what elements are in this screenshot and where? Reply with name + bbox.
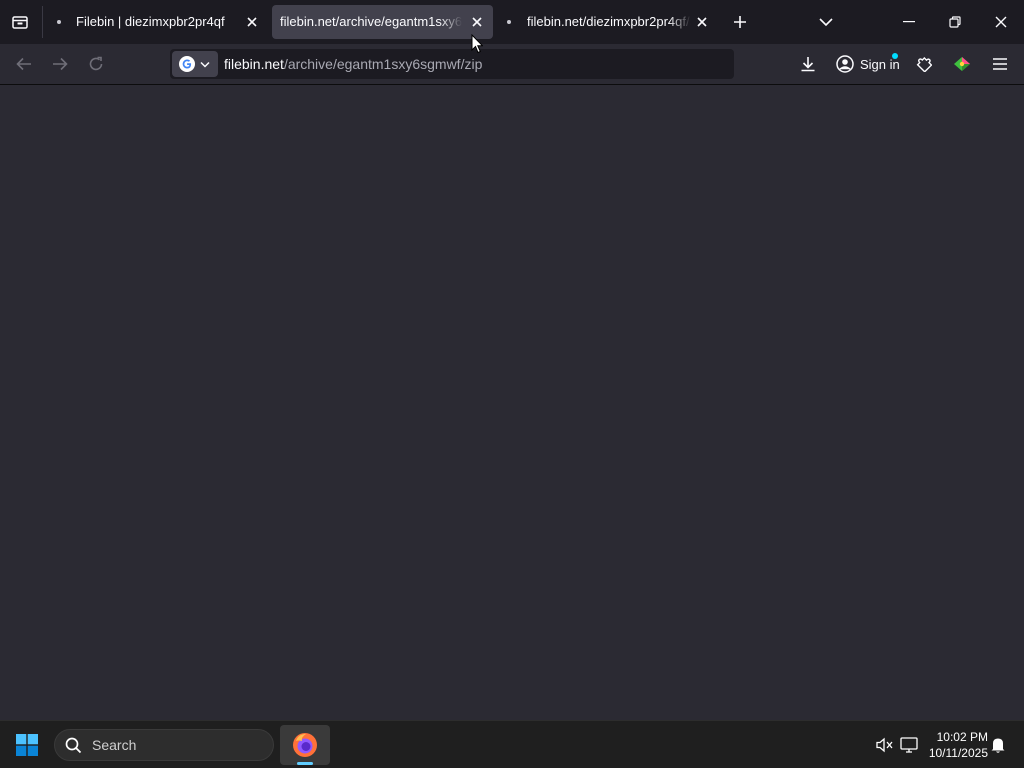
network-button[interactable] (898, 733, 920, 757)
search-icon (65, 737, 82, 753)
tab-separator (42, 6, 43, 38)
tab-filebin-file[interactable]: filebin.net/diezimxpbr2pr4qf/Sc (497, 5, 718, 39)
restore-button[interactable] (932, 4, 978, 40)
url-path: /archive/egantm1sxy6sgmwf/zip (283, 56, 483, 72)
clock-time: 10:02 PM (936, 730, 988, 744)
account-sign-in-button[interactable]: Sign in (828, 49, 904, 79)
taskbar-search-box[interactable]: Search (54, 729, 274, 761)
bell-icon (991, 738, 1005, 753)
url-bar[interactable]: filebin.net/archive/egantm1sxy6sgmwf/zip (170, 49, 734, 79)
close-icon (247, 17, 257, 27)
clock-date: 10/11/2025 (928, 746, 988, 760)
navigation-toolbar: filebin.net/archive/egantm1sxy6sgmwf/zip… (0, 44, 1024, 84)
extensions-button[interactable] (910, 50, 938, 78)
system-clock[interactable]: 10:02 PM 10/11/2025 (918, 729, 988, 761)
google-icon (179, 56, 195, 72)
taskbar-firefox[interactable] (280, 725, 330, 765)
chevron-down-icon (200, 61, 210, 68)
new-tab-button[interactable] (726, 8, 754, 36)
tab-title: filebin.net/diezimxpbr2pr4qf/Sc (527, 14, 691, 29)
url-domain: filebin.net (224, 56, 284, 72)
page-content[interactable] (0, 85, 1024, 720)
tab-archive-zip[interactable]: filebin.net/archive/egantm1sxy6sgmwf/zip (272, 5, 493, 39)
url-text[interactable]: filebin.net/archive/egantm1sxy6sgmwf/zip (224, 49, 482, 79)
notification-badge (892, 53, 898, 59)
app-menu-button[interactable] (986, 50, 1014, 78)
mouse-cursor-icon (471, 34, 483, 54)
tab-title: filebin.net/archive/egantm1sxy6sgmwf/zip (280, 14, 462, 29)
firefox-view-button[interactable] (0, 4, 40, 40)
active-app-indicator (297, 762, 313, 765)
forward-button[interactable] (46, 50, 74, 78)
tab-filebin[interactable]: Filebin | diezimxpbr2pr4qf (46, 5, 268, 39)
tab-title-fade (669, 5, 691, 39)
downloads-button[interactable] (794, 50, 822, 78)
arrow-left-icon (16, 57, 31, 71)
start-button[interactable] (8, 727, 46, 763)
search-label: Search (92, 737, 137, 753)
close-window-button[interactable] (978, 4, 1024, 40)
tab-strip: Filebin | diezimxpbr2pr4qf filebin.net/a… (0, 0, 1024, 44)
tab-loading-dot (507, 20, 511, 24)
reload-icon (89, 56, 103, 71)
windows-taskbar: Search 10:02 PM 10/11/2025 (0, 720, 1024, 768)
account-icon (836, 55, 854, 73)
tab-close-button[interactable] (242, 12, 262, 32)
windows-logo-icon (16, 734, 38, 756)
search-engine-button[interactable] (172, 51, 218, 77)
extension-icon (954, 57, 970, 71)
hamburger-menu-icon (993, 58, 1007, 70)
firefox-icon (293, 733, 317, 757)
list-all-tabs-button[interactable] (812, 8, 840, 36)
chevron-down-icon (819, 18, 833, 27)
arrow-right-icon (53, 57, 68, 71)
tab-close-button[interactable] (692, 12, 712, 32)
back-button[interactable] (10, 50, 38, 78)
volume-button[interactable] (874, 733, 896, 757)
puzzle-icon (916, 56, 932, 72)
tab-title-fade (440, 5, 462, 39)
network-monitor-icon (900, 737, 918, 753)
firefox-view-icon (12, 16, 28, 29)
tab-close-button[interactable] (467, 12, 487, 32)
reload-button[interactable] (82, 50, 110, 78)
tab-loading-dot (57, 20, 61, 24)
tab-title: Filebin | diezimxpbr2pr4qf (76, 14, 225, 29)
speaker-muted-icon (876, 737, 893, 753)
close-icon (472, 17, 482, 27)
download-icon (801, 57, 815, 72)
minimize-icon (903, 21, 915, 23)
notifications-button[interactable] (988, 733, 1008, 757)
extension-shield-button[interactable] (948, 50, 976, 78)
restore-icon (949, 16, 961, 28)
plus-icon (734, 16, 746, 28)
minimize-button[interactable] (886, 4, 932, 40)
close-icon (697, 17, 707, 27)
close-icon (995, 16, 1007, 28)
